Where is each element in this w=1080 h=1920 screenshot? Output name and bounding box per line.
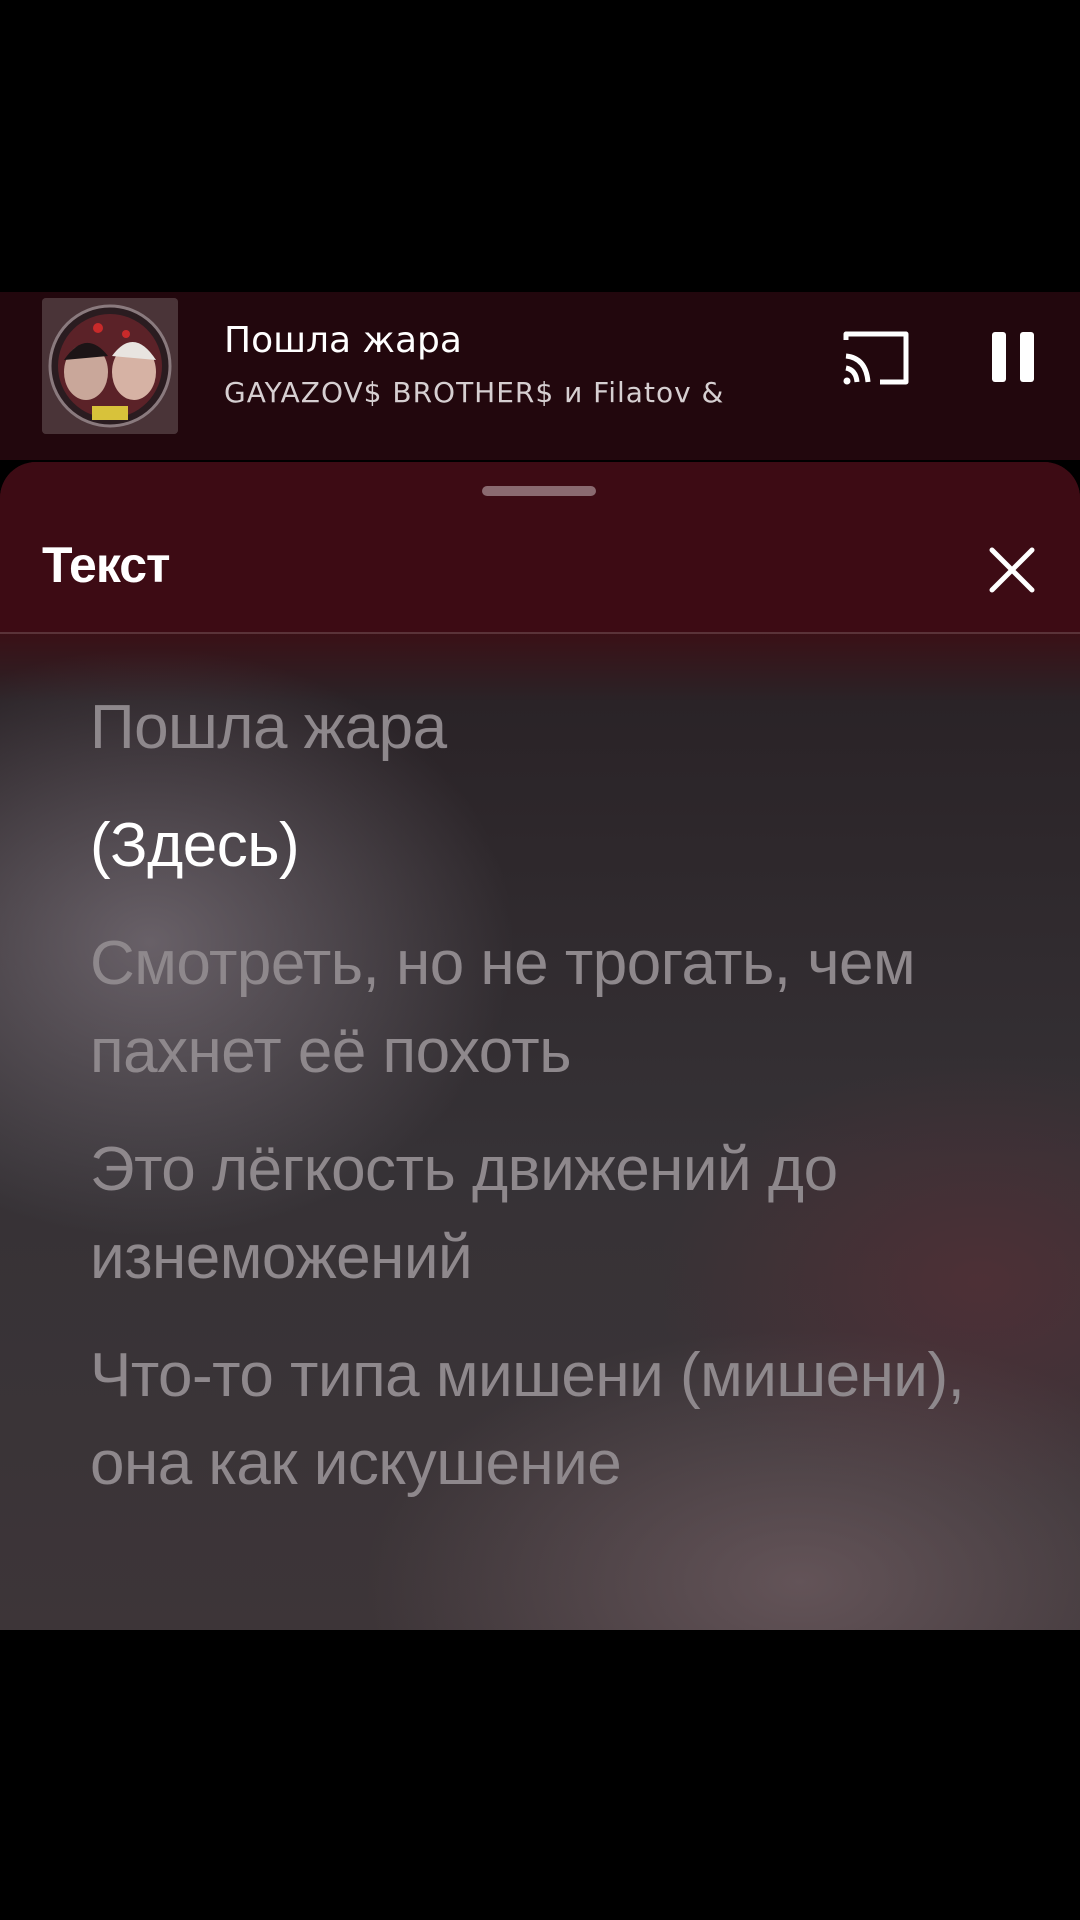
pause-button[interactable] — [978, 328, 1048, 388]
lyric-line-active[interactable]: (Здесь) — [90, 802, 1030, 890]
lyric-line[interactable]: Что-то типа мишени (мишени), она как иск… — [90, 1332, 1030, 1508]
lyric-line[interactable]: Смотреть, но не трогать, чем пахнет её п… — [90, 920, 1030, 1096]
screen: Пошла жара GAYAZOV$ BROTHER$ и Filatov &… — [0, 0, 1080, 1920]
track-title[interactable]: Пошла жара — [224, 320, 462, 361]
lyrics-sheet[interactable]: Текст Пошла жара (Здесь) Смотреть, но не… — [0, 462, 1080, 1630]
cast-button[interactable] — [836, 326, 916, 390]
lyrics-list[interactable]: Пошла жара (Здесь) Смотреть, но не трога… — [90, 684, 1030, 1538]
album-art — [42, 298, 178, 434]
drag-handle[interactable] — [482, 486, 596, 496]
lyrics-title: Текст — [42, 537, 171, 593]
track-artist[interactable]: GAYAZOV$ BROTHER$ и Filatov & — [224, 376, 724, 409]
mini-player[interactable]: Пошла жара GAYAZOV$ BROTHER$ и Filatov & — [0, 292, 1080, 460]
pause-icon — [992, 332, 1034, 382]
cast-icon — [843, 331, 909, 385]
lyric-line[interactable]: Это лёгкость движений до изнеможений — [90, 1126, 1030, 1302]
lyrics-sheet-header: Текст — [0, 462, 1080, 634]
close-icon — [989, 547, 1035, 593]
close-button[interactable] — [984, 542, 1040, 598]
lyric-line[interactable]: Пошла жара — [90, 684, 1030, 772]
